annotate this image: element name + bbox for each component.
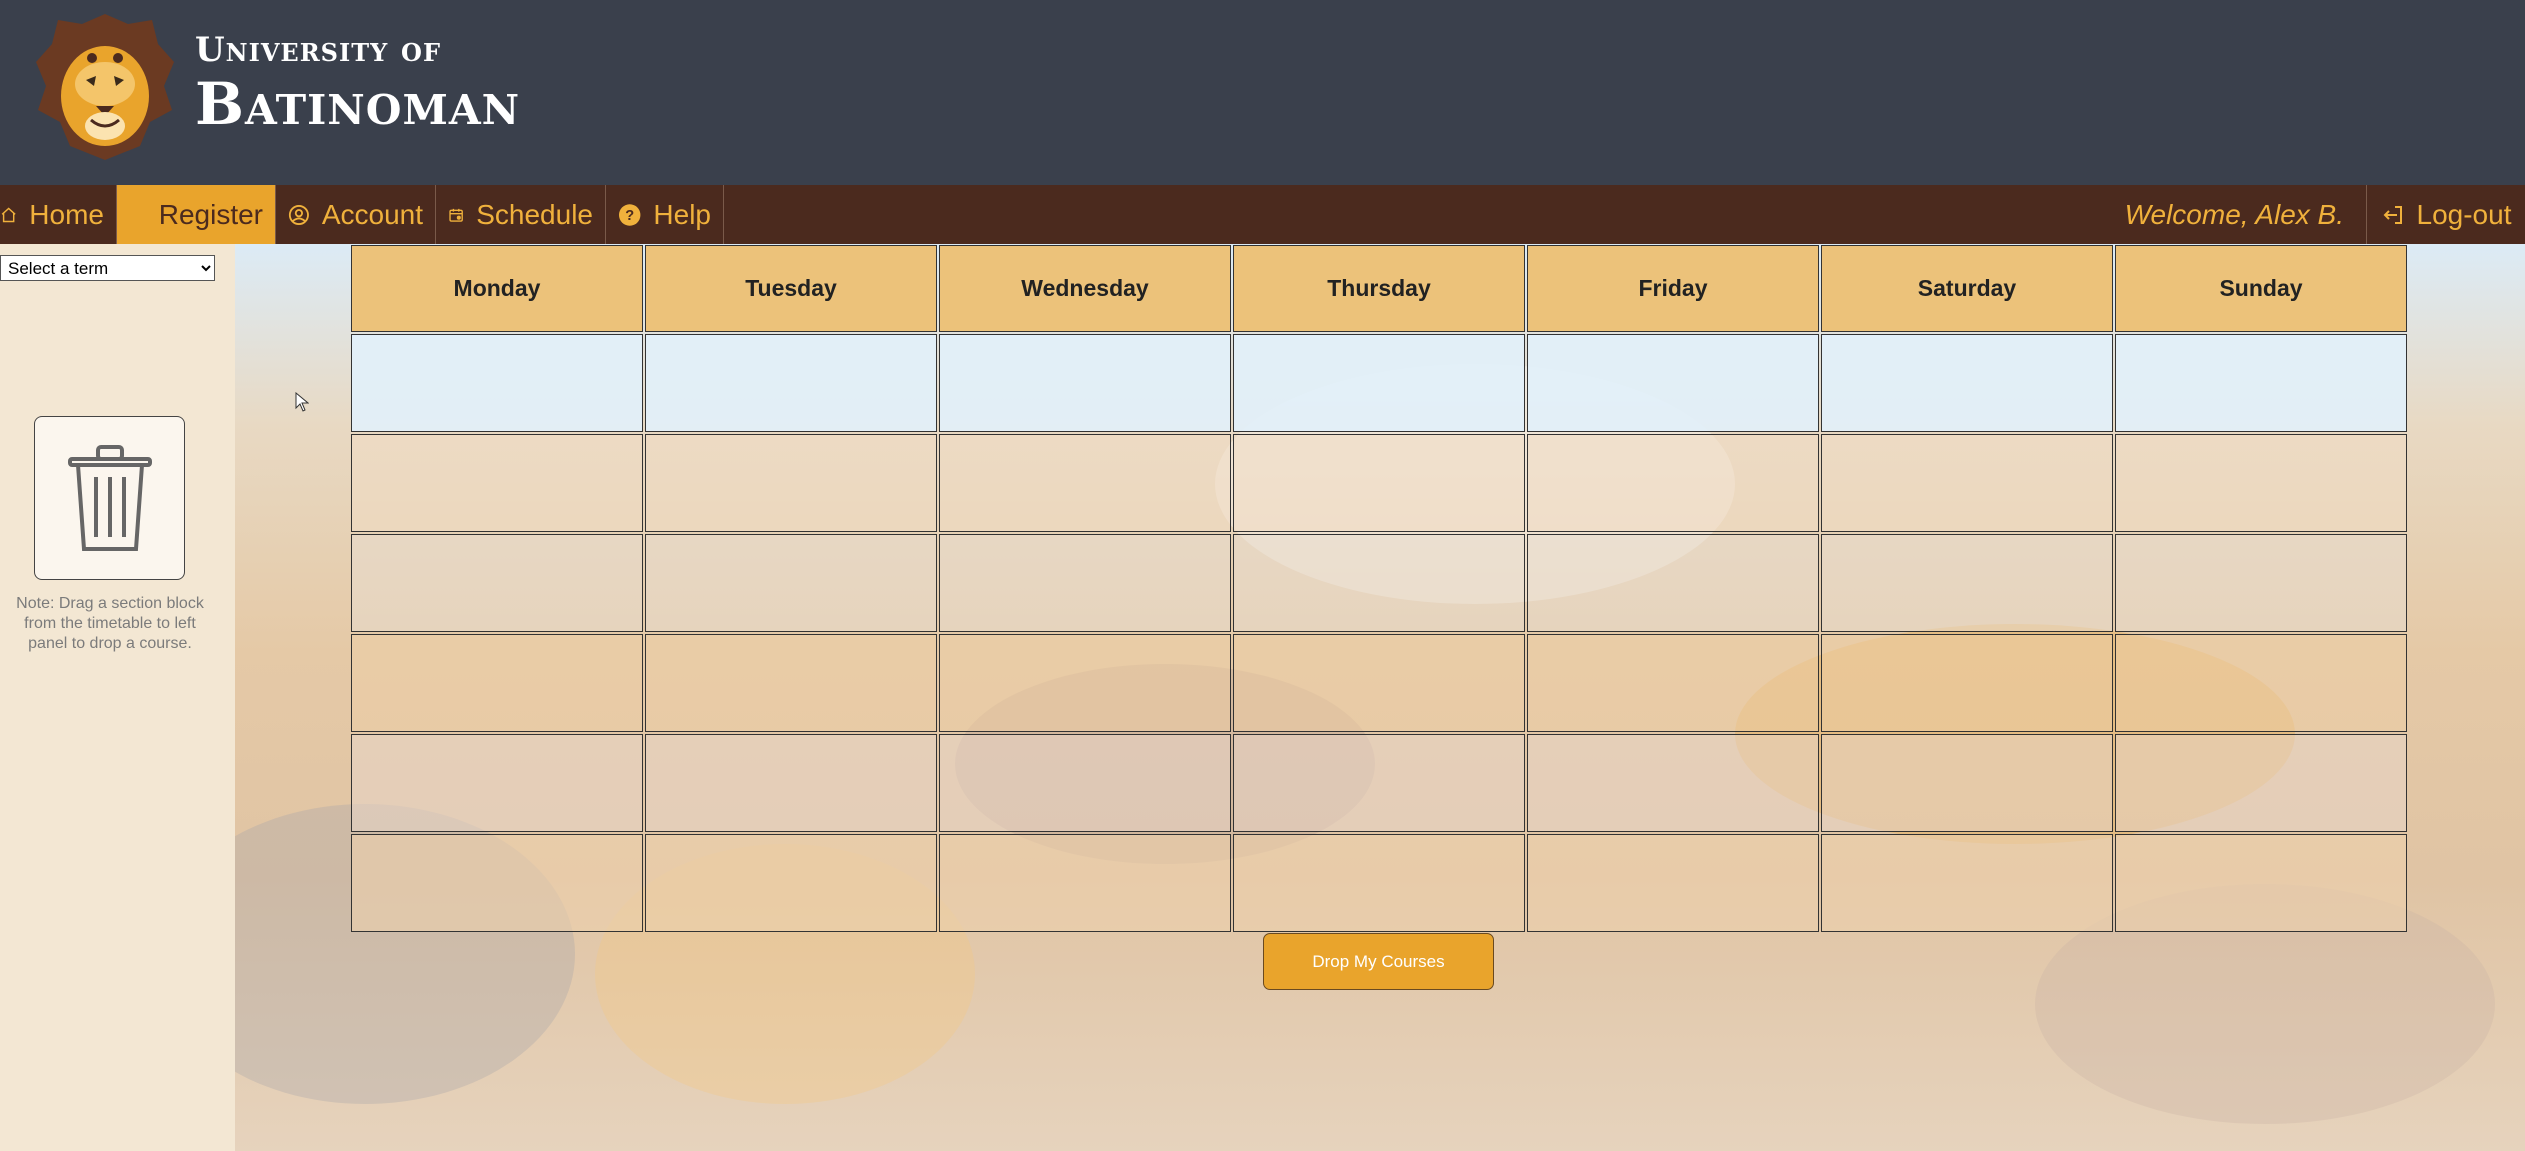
timetable-cell-monday[interactable] <box>351 434 643 532</box>
timetable-cell-saturday[interactable] <box>1821 534 2113 632</box>
lion-logo-icon[interactable] <box>36 14 174 160</box>
welcome-text: Welcome, Alex B. <box>2125 185 2367 244</box>
trash-icon <box>68 445 152 551</box>
timetable-cell-thursday[interactable] <box>1233 534 1525 632</box>
nav-schedule-label: Schedule <box>476 198 593 230</box>
timetable-cell-sunday[interactable] <box>2115 734 2407 832</box>
timetable-cell-sunday[interactable] <box>2115 534 2407 632</box>
day-header-wednesday: Wednesday <box>939 245 1231 332</box>
drop-courses-button[interactable]: Drop My Courses <box>1263 933 1494 990</box>
timetable-grid: Monday Tuesday Wednesday Thursday Friday Satu… <box>351 245 2407 934</box>
logout-label: Log-out <box>2416 198 2512 230</box>
timetable-cell-thursday[interactable] <box>1233 834 1525 932</box>
timetable-cell-wednesday[interactable] <box>939 334 1231 432</box>
timetable-cell-sunday[interactable] <box>2115 434 2407 532</box>
timetable-cell-monday[interactable] <box>351 334 643 432</box>
timetable-cell-friday[interactable] <box>1527 834 1819 932</box>
timetable-cell-tuesday[interactable] <box>645 634 937 732</box>
timetable-cell-tuesday[interactable] <box>645 834 937 932</box>
nav-home-label: Home <box>29 198 104 230</box>
drop-note: Note: Drag a section block from the time… <box>16 595 204 652</box>
timetable-cell-monday[interactable] <box>351 734 643 832</box>
timetable-cell-thursday[interactable] <box>1233 634 1525 732</box>
timetable-cell-sunday[interactable] <box>2115 634 2407 732</box>
timetable-cell-thursday[interactable] <box>1233 434 1525 532</box>
university-name-line1: University of <box>195 30 442 70</box>
timetable-cell-thursday[interactable] <box>1233 334 1525 432</box>
timetable-cell-friday[interactable] <box>1527 634 1819 732</box>
timetable-cell-wednesday[interactable] <box>939 434 1231 532</box>
timetable-cell-thursday[interactable] <box>1233 734 1525 832</box>
nav-account-label: Account <box>321 198 423 230</box>
timetable-area: Monday Tuesday Wednesday Thursday Friday Satu… <box>235 244 2525 1151</box>
day-header-thursday: Thursday <box>1233 245 1525 332</box>
timetable-cell-tuesday[interactable] <box>645 334 937 432</box>
help-icon: ? <box>618 203 641 226</box>
nav-help-label: Help <box>653 198 711 230</box>
day-header-sunday: Sunday <box>2115 245 2407 332</box>
timetable-cell-saturday[interactable] <box>1821 434 2113 532</box>
timetable-cell-wednesday[interactable] <box>939 534 1231 632</box>
timetable-cell-saturday[interactable] <box>1821 334 2113 432</box>
logout-icon <box>2383 205 2402 224</box>
day-header-saturday: Saturday <box>1821 245 2113 332</box>
nav-account[interactable]: Account <box>276 185 436 244</box>
timetable-cell-friday[interactable] <box>1527 334 1819 432</box>
timetable-cell-wednesday[interactable] <box>939 734 1231 832</box>
timetable-cell-tuesday[interactable] <box>645 734 937 832</box>
site-header: University of Batinoman <box>0 0 2525 185</box>
day-header-tuesday: Tuesday <box>645 245 937 332</box>
timetable-cell-monday[interactable] <box>351 834 643 932</box>
term-select[interactable]: Select a term <box>0 255 215 281</box>
nav-register[interactable]: Register <box>117 185 276 244</box>
timetable-cell-sunday[interactable] <box>2115 334 2407 432</box>
account-icon <box>288 204 309 225</box>
timetable-cell-wednesday[interactable] <box>939 634 1231 732</box>
left-panel: Select a term Note: Drag a section block… <box>0 244 235 1151</box>
logout-button[interactable]: Log-out <box>2367 185 2525 244</box>
university-name-line2: Batinoman <box>195 70 521 138</box>
day-header-friday: Friday <box>1527 245 1819 332</box>
mouse-cursor-icon <box>295 392 309 412</box>
timetable-cell-friday[interactable] <box>1527 534 1819 632</box>
svg-text:?: ? <box>625 207 634 223</box>
timetable-cell-monday[interactable] <box>351 534 643 632</box>
timetable-cell-saturday[interactable] <box>1821 734 2113 832</box>
nav-help[interactable]: ? Help <box>606 185 724 244</box>
nav-schedule[interactable]: Schedule <box>436 185 606 244</box>
nav-home[interactable]: Home <box>0 185 117 244</box>
calendar-icon <box>449 208 463 222</box>
trash-drop-zone[interactable] <box>34 416 185 580</box>
timetable-cell-friday[interactable] <box>1527 434 1819 532</box>
home-icon <box>1 207 16 222</box>
day-header-monday: Monday <box>351 245 643 332</box>
timetable-cell-tuesday[interactable] <box>645 534 937 632</box>
timetable-cell-friday[interactable] <box>1527 734 1819 832</box>
timetable-cell-monday[interactable] <box>351 634 643 732</box>
timetable-cell-saturday[interactable] <box>1821 834 2113 932</box>
timetable-cell-saturday[interactable] <box>1821 634 2113 732</box>
timetable-cell-tuesday[interactable] <box>645 434 937 532</box>
nav-register-label: Register <box>158 198 263 230</box>
main-nav: Home Register Account Schedule ? Help We… <box>0 185 2525 244</box>
timetable-cell-sunday[interactable] <box>2115 834 2407 932</box>
timetable-cell-wednesday[interactable] <box>939 834 1231 932</box>
